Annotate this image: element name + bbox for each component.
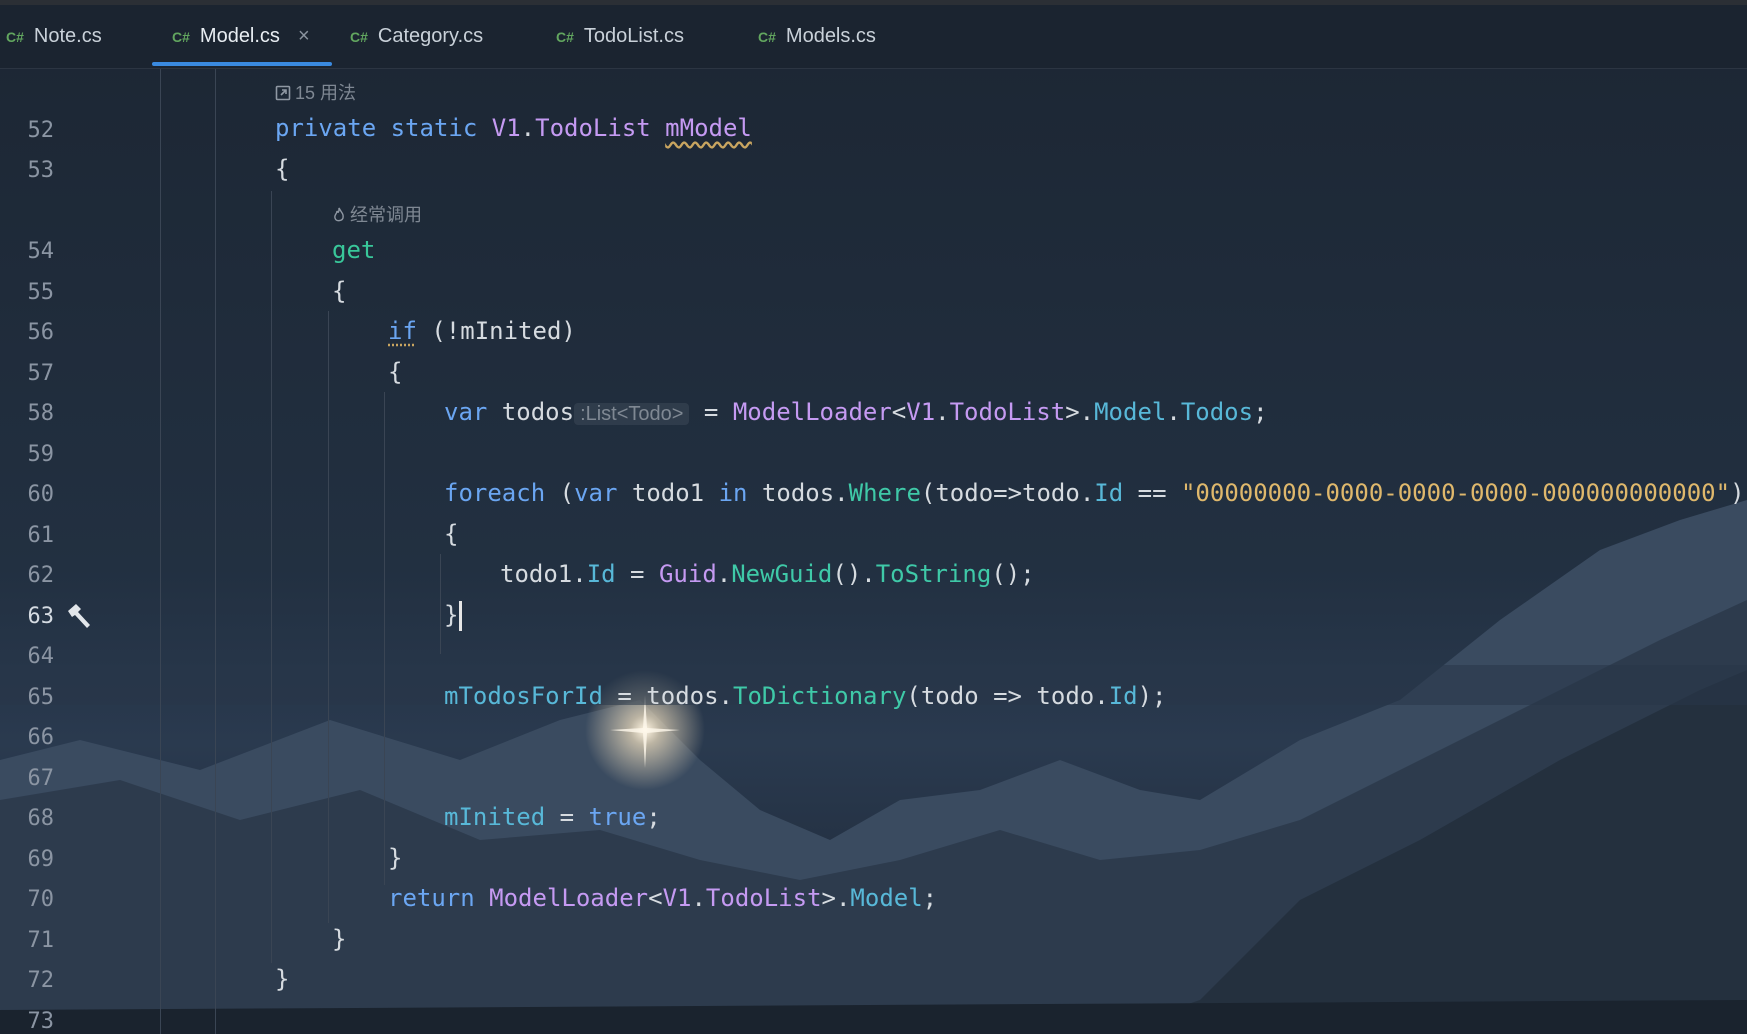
indent-guide xyxy=(384,392,385,885)
tab-label: Category.cs xyxy=(377,25,484,47)
indent-guide xyxy=(328,311,329,923)
code-line-57: { xyxy=(388,358,403,386)
tab-label: Model.cs xyxy=(199,25,280,47)
csharp-file-icon: C# xyxy=(556,28,574,45)
indent-guide xyxy=(271,191,272,963)
code-line-70: return ModelLoader<V1.TodoList>.Model; xyxy=(388,884,938,912)
code-line-68: mInited = true; xyxy=(444,803,661,831)
tab-note-cs[interactable]: C# Note.cs xyxy=(6,5,102,68)
code-line-69: } xyxy=(388,844,403,872)
line-number: 56 xyxy=(27,320,55,345)
tab-models-cs[interactable]: C# Models.cs xyxy=(758,5,876,68)
indent-guide xyxy=(160,69,161,1034)
code-line-60: foreach (var todo1 in todos.Where(todo=>… xyxy=(444,479,1747,507)
line-number: 59 xyxy=(27,442,55,467)
line-number: 65 xyxy=(27,685,55,710)
usages-count: 15 用法 xyxy=(295,83,357,103)
frequent-call-label: 经常调用 xyxy=(350,205,422,225)
tab-label: TodoList.cs xyxy=(583,25,684,47)
code-line-56: if (!mInited) xyxy=(388,317,576,345)
line-number: 64 xyxy=(27,644,55,669)
csharp-file-icon: C# xyxy=(758,28,776,45)
code-line-71: } xyxy=(332,925,347,953)
code-line-58: var todos:List<Todo> = ModelLoader<V1.To… xyxy=(444,398,1268,426)
line-number: 71 xyxy=(27,928,55,953)
tab-category-cs[interactable]: C# Category.cs xyxy=(350,5,483,68)
usages-hint[interactable]: 15 用法 xyxy=(275,79,356,105)
tab-label: Models.cs xyxy=(785,25,876,47)
editor-tab-bar: C# Note.cs C# Model.cs × C# Category.cs … xyxy=(0,5,1747,69)
text-cursor xyxy=(459,601,463,631)
line-number: 62 xyxy=(27,563,55,588)
line-number: 53 xyxy=(27,158,55,183)
line-number-current: 63 xyxy=(27,604,55,629)
indent-guide xyxy=(440,554,441,654)
line-number: 55 xyxy=(27,280,55,305)
code-line-61: { xyxy=(444,520,459,548)
line-number: 68 xyxy=(27,806,55,831)
tab-todolist-cs[interactable]: C# TodoList.cs xyxy=(556,5,684,68)
flame-icon xyxy=(334,207,344,222)
code-editor[interactable]: 15 用法 经常调用 52 53 54 55 56 57 58 59 60 61… xyxy=(0,69,1747,1034)
csharp-file-icon: C# xyxy=(6,28,24,45)
code-line-62: todo1.Id = Guid.NewGuid().ToString(); xyxy=(500,560,1035,588)
csharp-file-icon: C# xyxy=(350,28,368,45)
csharp-file-icon: C# xyxy=(172,28,190,45)
code-line-72: } xyxy=(275,965,290,993)
line-number: 61 xyxy=(27,523,55,548)
line-number: 67 xyxy=(27,766,55,791)
code-line-63: } xyxy=(444,601,463,631)
external-link-icon xyxy=(275,85,291,101)
code-line-55: { xyxy=(332,277,347,305)
line-number: 58 xyxy=(27,401,55,426)
code-line-65: mTodosForId = todos.ToDictionary(todo =>… xyxy=(444,682,1167,710)
tab-model-cs[interactable]: C# Model.cs × xyxy=(172,5,310,68)
line-number: 70 xyxy=(27,887,55,912)
line-number: 72 xyxy=(27,968,55,993)
code-line-53: { xyxy=(275,155,290,183)
line-number: 54 xyxy=(27,239,55,264)
indent-guide xyxy=(215,69,216,1034)
hammer-icon[interactable] xyxy=(64,601,94,631)
line-number: 73 xyxy=(27,1009,55,1034)
type-inlay-hint: :List<Todo> xyxy=(574,403,690,425)
close-icon[interactable]: × xyxy=(298,25,310,48)
line-number: 57 xyxy=(27,361,55,386)
frequent-call-hint[interactable]: 经常调用 xyxy=(332,201,422,227)
code-line-54: get xyxy=(332,236,376,264)
line-number: 52 xyxy=(27,118,55,143)
active-tab-indicator xyxy=(152,62,332,66)
tab-label: Note.cs xyxy=(33,25,102,47)
line-number: 66 xyxy=(27,725,55,750)
code-line-52: private static V1.TodoList mModel xyxy=(275,114,752,142)
line-number: 60 xyxy=(27,482,55,507)
line-number: 69 xyxy=(27,847,55,872)
